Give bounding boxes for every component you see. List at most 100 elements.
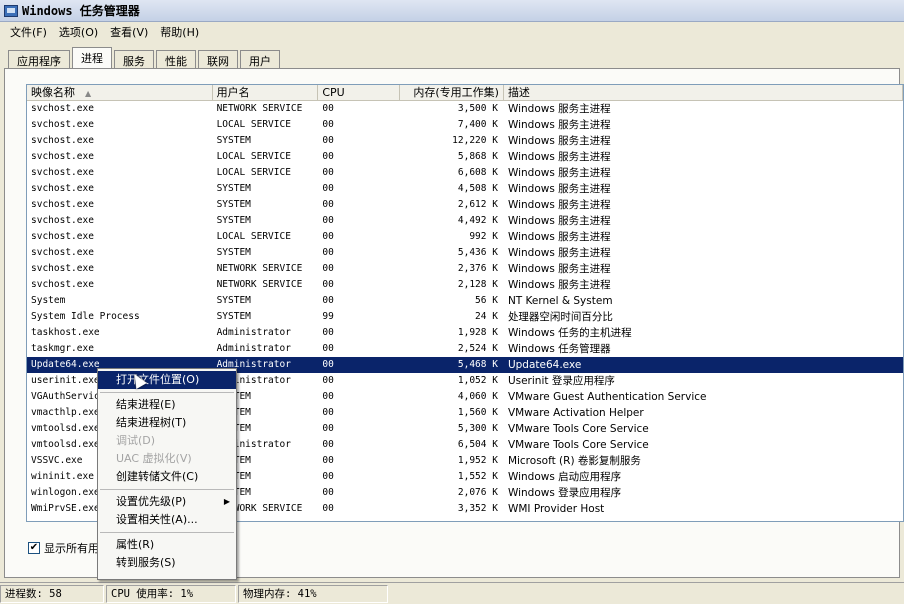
context-menu-item: UAC 虚拟化(V): [98, 450, 236, 468]
table-row[interactable]: taskhost.exe Administrator 00 1,928 K Window…: [27, 325, 903, 341]
column-header-user[interactable]: 用户名: [213, 85, 319, 100]
cell-desc: Microsoft (R) 卷影复制服务: [507, 455, 641, 467]
cell-user: LOCAL SERVICE: [216, 231, 291, 242]
cell-name: taskhost.exe: [31, 327, 100, 338]
cell-desc: Windows 登录应用程序: [507, 487, 622, 499]
cell-cpu: 00: [322, 359, 334, 370]
context-menu-label: 转到服务(S): [116, 556, 176, 569]
context-menu-item[interactable]: 创建转储文件(C): [98, 468, 236, 486]
context-menu-label: 属性(R): [116, 538, 155, 551]
tab-strip: 应用程序 进程 服务 性能 联网 用户: [8, 47, 282, 69]
cell-name: svchost.exe: [31, 279, 94, 290]
context-menu-label: 设置相关性(A)...: [116, 513, 198, 526]
cell-name: svchost.exe: [31, 199, 94, 210]
table-row[interactable]: svchost.exe NETWORK SERVICE 00 3,500 K Windo…: [27, 101, 903, 117]
cell-desc: Windows 服务主进程: [507, 263, 611, 275]
table-row[interactable]: svchost.exe LOCAL SERVICE 00 5,868 K Windows…: [27, 149, 903, 165]
status-bar: 进程数: 58 CPU 使用率: 1% 物理内存: 41%: [0, 582, 904, 604]
cell-cpu: 00: [322, 503, 334, 514]
cell-mem: 5,868 K: [457, 151, 498, 162]
cell-mem: 1,560 K: [457, 407, 498, 418]
table-row[interactable]: svchost.exe NETWORK SERVICE 00 2,376 K Windo…: [27, 261, 903, 277]
cell-cpu: 00: [322, 247, 334, 258]
cell-mem: 2,612 K: [457, 199, 498, 210]
cell-cpu: 00: [322, 279, 334, 290]
cell-desc: Windows 任务的主机进程: [507, 327, 632, 339]
tab[interactable]: 用户: [240, 50, 280, 69]
tab[interactable]: 服务: [114, 50, 154, 69]
table-row[interactable]: System Idle Process SYSTEM 99 24 K 处理器空闲时间百分…: [27, 309, 903, 325]
cell-name: svchost.exe: [31, 151, 94, 162]
context-menu-item[interactable]: 结束进程树(T): [98, 414, 236, 432]
cell-cpu: 00: [322, 151, 334, 162]
table-row[interactable]: svchost.exe LOCAL SERVICE 00 992 K Windows 服…: [27, 229, 903, 245]
status-cpu-usage: CPU 使用率: 1%: [106, 584, 236, 603]
cell-desc: Userinit 登录应用程序: [507, 375, 615, 387]
cell-mem: 3,500 K: [457, 103, 498, 114]
context-menu-item[interactable]: 结束进程(E): [98, 396, 236, 414]
context-menu-item[interactable]: 设置优先级(P) ▶: [98, 493, 236, 511]
table-row[interactable]: svchost.exe SYSTEM 00 5,436 K Windows 服务主进程: [27, 245, 903, 261]
title-bar: Windows 任务管理器: [0, 0, 904, 22]
table-row[interactable]: System SYSTEM 00 56 K NT Kernel & System: [27, 293, 903, 309]
cell-user: SYSTEM: [216, 183, 251, 194]
cell-desc: VMware Tools Core Service: [507, 423, 649, 435]
cell-mem: 4,060 K: [457, 391, 498, 402]
cell-desc: Update64.exe: [507, 359, 582, 371]
cell-mem: 1,952 K: [457, 455, 498, 466]
context-menu-item[interactable]: 转到服务(S): [98, 554, 236, 572]
cell-user: SYSTEM: [216, 295, 251, 306]
cell-mem: 5,436 K: [457, 247, 498, 258]
cell-mem: 2,524 K: [457, 343, 498, 354]
cell-mem: 5,300 K: [457, 423, 498, 434]
cell-user: LOCAL SERVICE: [216, 167, 291, 178]
menu-item[interactable]: 文件(F): [4, 24, 53, 40]
cell-desc: VMware Tools Core Service: [507, 439, 649, 451]
menu-item[interactable]: 选项(O): [53, 24, 104, 40]
table-row[interactable]: svchost.exe SYSTEM 00 4,508 K Windows 服务主进程: [27, 181, 903, 197]
cell-mem: 12,220 K: [452, 135, 498, 146]
column-header-name[interactable]: 映像名称 ▲: [27, 85, 213, 100]
context-menu-item[interactable]: 打开文件位置(O): [98, 371, 236, 389]
tab[interactable]: 联网: [198, 50, 238, 69]
cell-user: NETWORK SERVICE: [216, 103, 303, 114]
column-header-description[interactable]: 描述: [504, 85, 903, 100]
tab[interactable]: 性能: [156, 50, 196, 69]
cell-cpu: 00: [322, 439, 334, 450]
table-row[interactable]: taskmgr.exe Administrator 00 2,524 K Windows…: [27, 341, 903, 357]
cell-desc: Windows 服务主进程: [507, 199, 611, 211]
column-header-cpu[interactable]: CPU: [318, 85, 401, 100]
window-title: Windows 任务管理器: [22, 4, 140, 18]
cell-desc: VMware Guest Authentication Service: [507, 391, 707, 403]
cell-name: System: [31, 295, 66, 306]
context-menu-label: 调试(D): [116, 434, 156, 447]
table-row[interactable]: svchost.exe NETWORK SERVICE 00 2,128 K Windo…: [27, 277, 903, 293]
cell-desc: 处理器空闲时间百分比: [507, 311, 613, 323]
tab[interactable]: 进程: [72, 47, 112, 69]
tab[interactable]: 应用程序: [8, 50, 70, 69]
cell-user: LOCAL SERVICE: [216, 119, 291, 130]
table-row[interactable]: svchost.exe SYSTEM 00 2,612 K Windows 服务主进程: [27, 197, 903, 213]
cell-name: svchost.exe: [31, 183, 94, 194]
cell-user: SYSTEM: [216, 247, 251, 258]
context-menu-item[interactable]: 设置相关性(A)...: [98, 511, 236, 529]
column-header-memory[interactable]: 内存(专用工作集): [400, 85, 504, 100]
table-row[interactable]: svchost.exe SYSTEM 00 12,220 K Windows 服务主进程: [27, 133, 903, 149]
cell-mem: 2,076 K: [457, 487, 498, 498]
cell-user: NETWORK SERVICE: [216, 279, 303, 290]
menu-item[interactable]: 帮助(H): [154, 24, 205, 40]
cell-desc: Windows 启动应用程序: [507, 471, 622, 483]
cell-desc: Windows 服务主进程: [507, 167, 611, 179]
table-row[interactable]: svchost.exe LOCAL SERVICE 00 6,608 K Windows…: [27, 165, 903, 181]
cell-name: svchost.exe: [31, 119, 94, 130]
cell-cpu: 00: [322, 327, 334, 338]
menu-item[interactable]: 查看(V): [104, 24, 154, 40]
context-menu-item[interactable]: 属性(R): [98, 536, 236, 554]
table-row[interactable]: svchost.exe LOCAL SERVICE 00 7,400 K Windows…: [27, 117, 903, 133]
cell-cpu: 99: [322, 311, 334, 322]
table-row[interactable]: svchost.exe SYSTEM 00 4,492 K Windows 服务主进程: [27, 213, 903, 229]
cell-mem: 6,504 K: [457, 439, 498, 450]
cell-desc: Windows 服务主进程: [507, 183, 611, 195]
show-all-checkbox[interactable]: ✔: [28, 542, 40, 554]
menu-separator: [100, 489, 234, 490]
